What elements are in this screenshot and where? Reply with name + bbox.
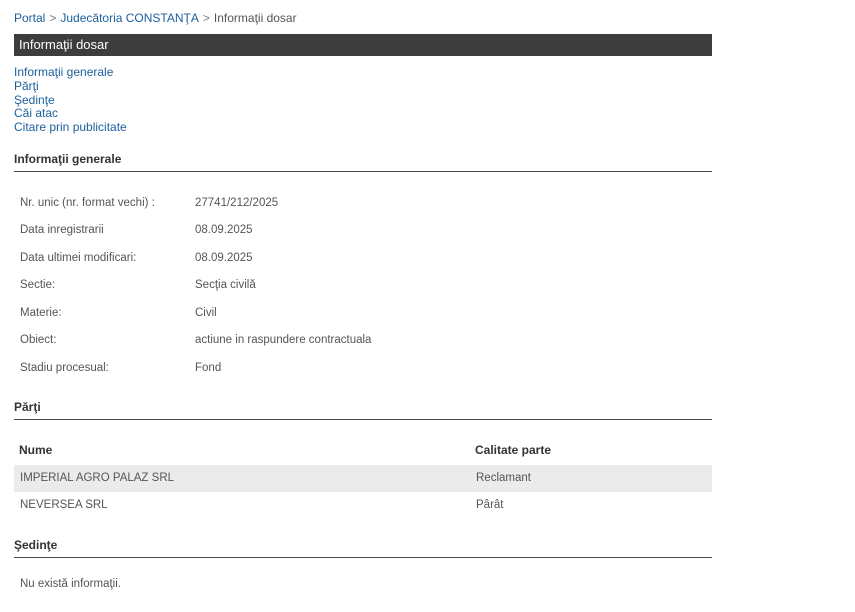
info-value: actiune in raspundere contractuala [195, 334, 372, 346]
section-header-general: Informaţii generale [14, 152, 712, 172]
info-label: Sectie: [20, 279, 56, 291]
section-anchor-nav: Informaţii generale Părţi Şedinţe Căi at… [14, 65, 127, 135]
party-name: NEVERSEA SRL [20, 499, 108, 511]
table-row: IMPERIAL AGRO PALAZ SRL Reclamant [14, 465, 712, 492]
party-role: Pârât [476, 499, 504, 511]
info-row-matter: Materie: Civil [20, 303, 700, 323]
breadcrumb-portal-link[interactable]: Portal [14, 11, 45, 25]
parties-table-header: Nume Calitate parte [14, 438, 712, 462]
info-label: Data inregistrarii [20, 224, 104, 236]
breadcrumb-separator: > [49, 11, 57, 25]
section-header-parties: Părţi [14, 400, 712, 420]
breadcrumb-current: Informaţii dosar [213, 11, 297, 25]
party-name: IMPERIAL AGRO PALAZ SRL [20, 472, 175, 484]
info-row-section: Sectie: Secţia civilă [20, 275, 700, 295]
info-value: 27741/212/2025 [195, 197, 279, 209]
anchor-link-hearings[interactable]: Şedinţe [14, 93, 127, 108]
hearings-empty-message: Nu există informaţii. [20, 578, 121, 590]
page: Portal > Judecătoria CONSTANŢA > Informaţii … [0, 0, 855, 612]
info-label: Data ultimei modificari: [20, 252, 137, 264]
info-label: Nr. unic (nr. format vechi) : [20, 197, 155, 209]
section-header-hearings: Şedinţe [14, 538, 712, 558]
info-value: Secţia civilă [195, 279, 256, 291]
breadcrumb-separator: > [202, 11, 210, 25]
breadcrumb: Portal > Judecătoria CONSTANŢA > Informaţii … [14, 11, 297, 25]
anchor-link-general[interactable]: Informaţii generale [14, 65, 127, 80]
column-header-name: Nume [19, 443, 53, 457]
info-row-procedural-stage: Stadiu procesual: Fond [20, 358, 700, 378]
info-value: 08.09.2025 [195, 252, 253, 264]
info-value: 08.09.2025 [195, 224, 253, 236]
info-row-last-modified: Data ultimei modificari: 08.09.2025 [20, 248, 700, 268]
breadcrumb-court-link[interactable]: Judecătoria CONSTANŢA [60, 11, 199, 25]
anchor-link-public-summons[interactable]: Citare prin publicitate [14, 120, 127, 135]
info-row-case-number: Nr. unic (nr. format vechi) : 27741/212/… [20, 193, 700, 213]
info-value: Civil [195, 307, 217, 319]
info-label: Stadiu procesual: [20, 362, 109, 374]
anchor-link-appeals[interactable]: Căi atac [14, 107, 127, 121]
column-header-role: Calitate parte [475, 443, 552, 457]
table-row: NEVERSEA SRL Pârât [14, 492, 712, 519]
info-row-object: Obiect: actiune in raspundere contractua… [20, 330, 700, 350]
info-label: Obiect: [20, 334, 57, 346]
info-label: Materie: [20, 307, 62, 319]
info-row-registration-date: Data inregistrarii 08.09.2025 [20, 220, 700, 240]
page-title-bar: Informaţii dosar [14, 34, 712, 56]
anchor-link-parties[interactable]: Părţi [14, 79, 127, 94]
info-value: Fond [195, 362, 222, 374]
party-role: Reclamant [476, 472, 531, 484]
